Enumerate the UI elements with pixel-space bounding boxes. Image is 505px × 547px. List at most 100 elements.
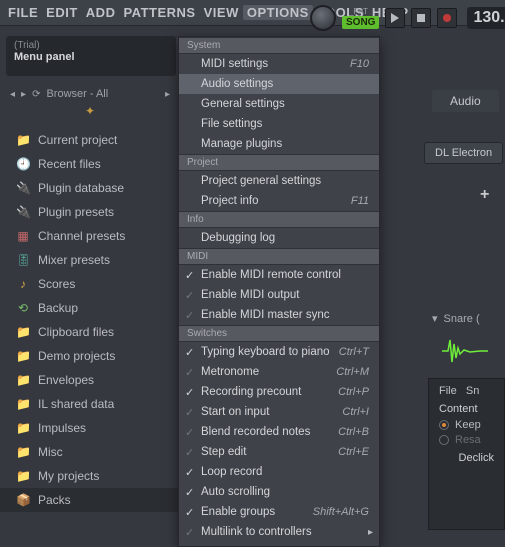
menu-item-label: Blend recorded notes <box>201 426 310 438</box>
menu-section-project: Project <box>179 154 379 171</box>
sidebar-item-my-projects[interactable]: 📁My projects <box>0 464 178 488</box>
sidebar-item-misc[interactable]: 📁Misc <box>0 440 178 464</box>
folder-icon: 🕘 <box>16 157 30 171</box>
menu-patterns[interactable]: PATTERNS <box>119 5 199 20</box>
resa-label: Resa <box>455 434 481 446</box>
menu-item-debugging-log[interactable]: Debugging log <box>179 228 379 248</box>
sidebar-item-channel-presets[interactable]: ▦Channel presets <box>0 224 178 248</box>
snare-track-header[interactable]: ▾ Snare ( <box>432 312 480 325</box>
menu-item-enable-midi-master-sync[interactable]: ✓Enable MIDI master sync <box>179 305 379 325</box>
keep-radio[interactable]: Keep <box>439 419 494 431</box>
sidebar-item-label: Packs <box>38 493 71 507</box>
menu-item-step-edit[interactable]: ✓Step editCtrl+E <box>179 442 379 462</box>
shortcut-label: Ctrl+P <box>338 386 369 398</box>
menu-item-midi-settings[interactable]: MIDI settingsF10 <box>179 54 379 74</box>
menu-item-blend-recorded-notes[interactable]: ✓Blend recorded notesCtrl+B <box>179 422 379 442</box>
browser-header[interactable]: ◂ ▸ ⟳ Browser - All ▸ <box>4 84 176 104</box>
menu-item-general-settings[interactable]: General settings <box>179 94 379 114</box>
resa-radio[interactable]: Resa <box>439 434 494 446</box>
sidebar-item-label: Demo projects <box>38 349 115 363</box>
folder-icon: 📁 <box>16 373 30 387</box>
sidebar-item-scores[interactable]: ♪Scores <box>0 272 178 296</box>
sidebar-item-label: IL shared data <box>38 397 114 411</box>
check-icon: ✓ <box>185 446 194 459</box>
menu-item-start-on-input[interactable]: ✓Start on inputCtrl+I <box>179 402 379 422</box>
waveform-preview[interactable] <box>440 336 490 366</box>
pat-song-switch[interactable]: PAT SONG <box>342 7 379 29</box>
menu-item-file-settings[interactable]: File settings <box>179 114 379 134</box>
tempo-display[interactable]: 130. <box>467 7 505 29</box>
panel-tabs: File Sn <box>439 385 494 397</box>
sidebar-item-recent-files[interactable]: 🕘Recent files <box>0 152 178 176</box>
folder-icon: 🔌 <box>16 205 30 219</box>
reload-icon[interactable]: ⟳ <box>32 89 40 100</box>
menu-item-enable-groups[interactable]: ✓Enable groupsShift+Alt+G <box>179 502 379 522</box>
menu-file[interactable]: FILE <box>4 5 42 20</box>
sidebar-item-backup[interactable]: ⟲Backup <box>0 296 178 320</box>
sidebar-item-demo-projects[interactable]: 📁Demo projects <box>0 344 178 368</box>
sidebar-item-envelopes[interactable]: 📁 Envelopes <box>0 368 178 392</box>
sidebar-item-impulses[interactable]: 📁Impulses <box>0 416 178 440</box>
check-icon: ✓ <box>185 486 194 499</box>
menu-item-project-info[interactable]: Project infoF11 <box>179 191 379 211</box>
menu-view[interactable]: VIEW <box>200 5 243 20</box>
menu-item-label: Debugging log <box>201 232 275 244</box>
menu-item-label: Start on input <box>201 406 269 418</box>
menu-item-audio-settings[interactable]: Audio settings <box>179 74 379 94</box>
dl-electron-button[interactable]: DL Electron <box>424 142 503 164</box>
menu-options[interactable]: OPTIONS <box>243 5 313 20</box>
browser-sidebar: 📁Current project🕘Recent files🔌Plugin dat… <box>0 128 178 530</box>
back-icon[interactable]: ◂ <box>10 89 15 100</box>
menu-item-manage-plugins[interactable]: Manage plugins <box>179 134 379 154</box>
menu-section-system: System <box>179 37 379 54</box>
sidebar-item-current-project[interactable]: 📁Current project <box>0 128 178 152</box>
check-icon: ✓ <box>185 406 194 419</box>
forward-icon[interactable]: ▸ <box>21 89 26 100</box>
menu-item-project-general-settings[interactable]: Project general settings <box>179 171 379 191</box>
sidebar-item-il-shared-data[interactable]: 📁IL shared data <box>0 392 178 416</box>
declick-label: Declick <box>439 452 494 464</box>
menu-item-label: Loop record <box>201 466 262 478</box>
tab-audio[interactable]: Audio <box>432 90 499 112</box>
folder-icon: ▦ <box>16 229 30 243</box>
sidebar-item-mixer-presets[interactable]: 🎚Mixer presets <box>0 248 178 272</box>
menu-item-label: Project info <box>201 195 259 207</box>
menu-item-typing-keyboard-to-piano[interactable]: ✓Typing keyboard to pianoCtrl+T <box>179 342 379 362</box>
menu-item-label: File settings <box>201 118 262 130</box>
tab-sn[interactable]: Sn <box>466 385 479 397</box>
main-volume-knob[interactable] <box>310 5 336 31</box>
menu-item-enable-midi-remote-control[interactable]: ✓Enable MIDI remote control <box>179 265 379 285</box>
sidebar-item-clipboard-files[interactable]: 📁Clipboard files <box>0 320 178 344</box>
play-button[interactable] <box>385 8 405 28</box>
menu-item-recording-precount[interactable]: ✓Recording precountCtrl+P <box>179 382 379 402</box>
menu-item-label: Audio settings <box>201 78 273 90</box>
check-icon: ✓ <box>185 309 194 322</box>
sidebar-item-label: Envelopes <box>38 373 94 387</box>
menu-item-label: Manage plugins <box>201 138 282 150</box>
menu-edit[interactable]: EDIT <box>42 5 82 20</box>
browser-title: Browser - All <box>46 88 108 100</box>
shortcut-label: Ctrl+M <box>336 366 369 378</box>
menu-item-metronome[interactable]: ✓MetronomeCtrl+M <box>179 362 379 382</box>
check-icon: ✓ <box>185 346 194 359</box>
record-button[interactable] <box>437 8 457 28</box>
tab-file[interactable]: File <box>439 385 457 397</box>
sidebar-item-packs[interactable]: 📦Packs <box>0 488 178 512</box>
menu-item-auto-scrolling[interactable]: ✓Auto scrolling <box>179 482 379 502</box>
menu-item-multilink-to-controllers[interactable]: ✓Multilink to controllers <box>179 522 379 542</box>
sidebar-item-plugin-database[interactable]: 🔌Plugin database <box>0 176 178 200</box>
menu-item-label: Multilink to controllers <box>201 526 312 538</box>
sidebar-item-label: Scores <box>38 277 75 291</box>
shortcut-label: Ctrl+E <box>338 446 369 458</box>
sidebar-item-label: Mixer presets <box>38 253 110 267</box>
stop-button[interactable] <box>411 8 431 28</box>
menu-add[interactable]: ADD <box>82 5 120 20</box>
browser-favorites[interactable]: ✦ <box>4 104 176 122</box>
menu-item-label: Enable MIDI remote control <box>201 269 341 281</box>
sidebar-item-plugin-presets[interactable]: 🔌Plugin presets <box>0 200 178 224</box>
menu-item-label: Typing keyboard to piano <box>201 346 330 358</box>
menu-item-enable-midi-output[interactable]: ✓Enable MIDI output <box>179 285 379 305</box>
add-channel-button[interactable]: + <box>480 186 489 204</box>
menu-item-loop-record[interactable]: ✓Loop record <box>179 462 379 482</box>
chevron-right-icon[interactable]: ▸ <box>165 89 170 100</box>
